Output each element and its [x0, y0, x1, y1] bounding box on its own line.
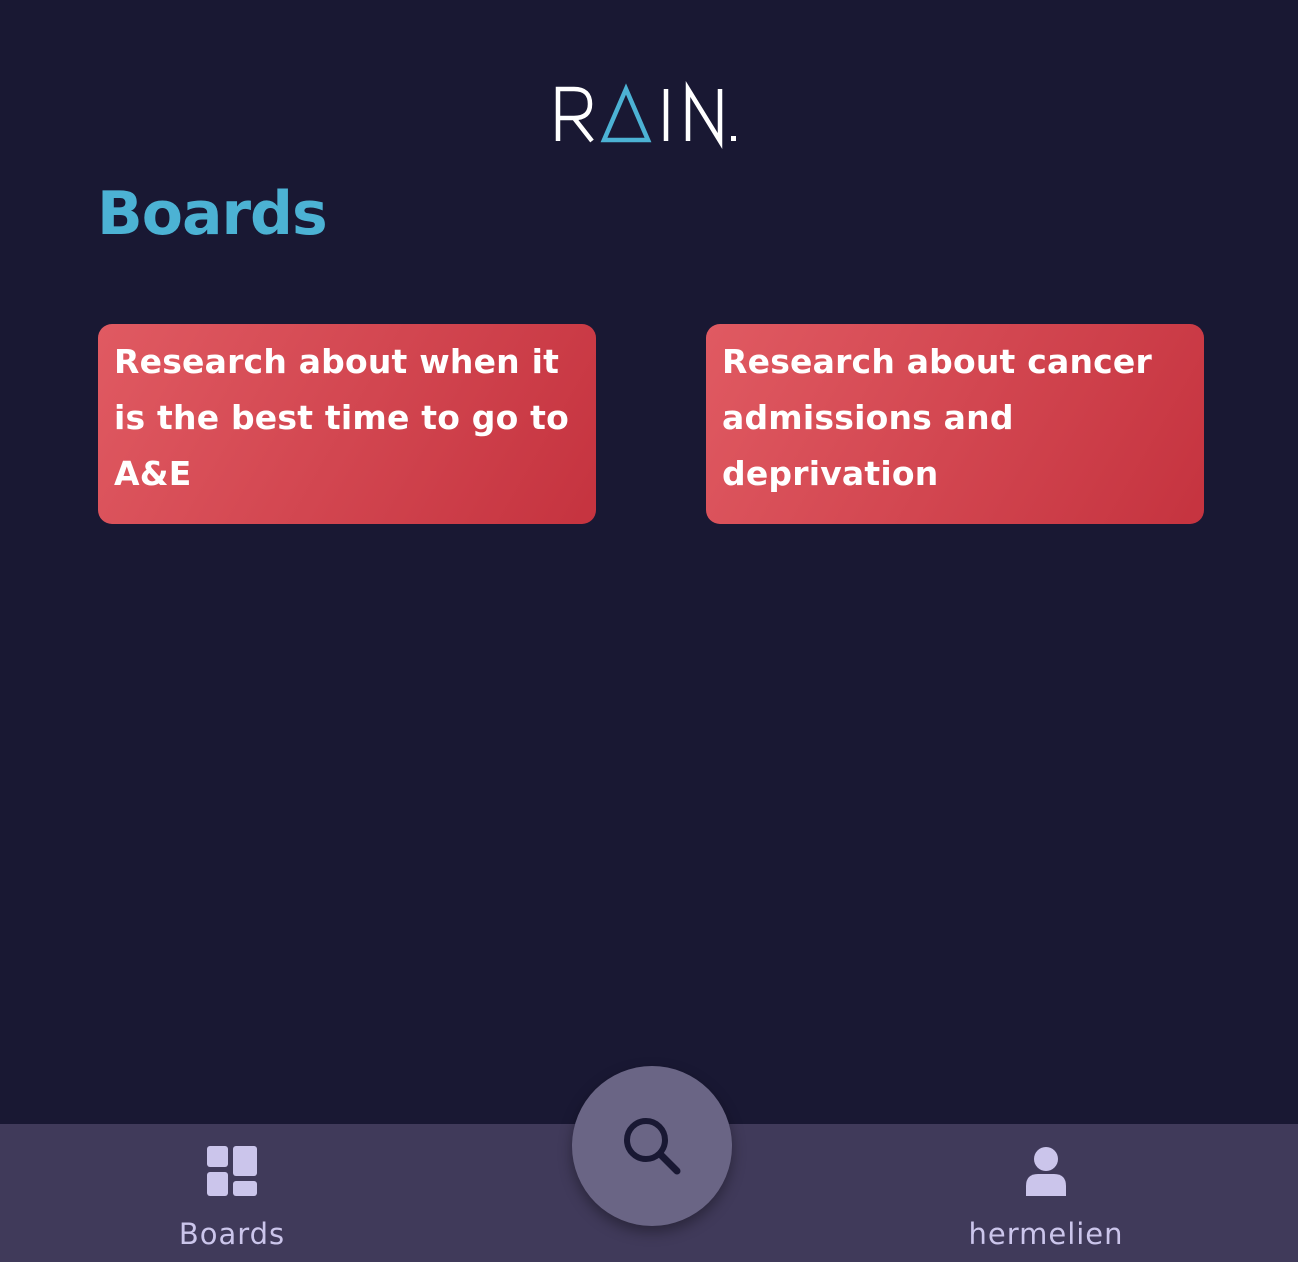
board-card[interactable]: Research about when it is the best time … [98, 324, 596, 524]
dashboard-icon [82, 1146, 382, 1196]
rain-logo [0, 80, 1298, 150]
search-button[interactable] [572, 1066, 732, 1226]
nav-label-profile: hermelien [968, 1217, 1124, 1251]
board-card[interactable]: Research about cancer admissions and dep… [706, 324, 1204, 524]
nav-item-boards[interactable]: Boards [82, 1124, 382, 1262]
board-title: Research about when it is the best time … [114, 342, 569, 493]
nav-item-profile[interactable]: hermelien [896, 1124, 1196, 1262]
nav-label-boards: Boards [178, 1217, 286, 1251]
search-icon [624, 1118, 681, 1175]
page-title: Boards [97, 179, 328, 249]
board-title: Research about cancer admissions and dep… [722, 342, 1152, 493]
user-icon [896, 1146, 1196, 1196]
rain-logo-mark [555, 81, 736, 149]
